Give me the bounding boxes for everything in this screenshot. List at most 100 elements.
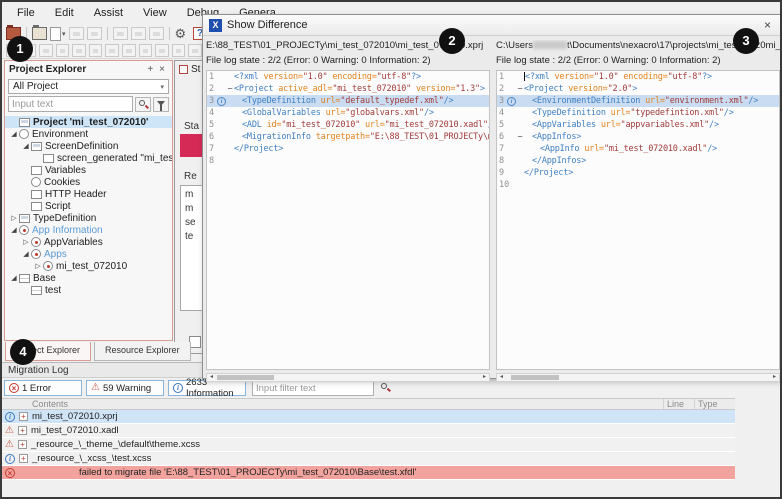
tab-icon: [188, 44, 202, 57]
tree-item[interactable]: test: [5, 284, 172, 296]
chevron-down-icon[interactable]: ▾: [62, 30, 66, 38]
app-information-icon: [19, 225, 29, 235]
progress-dialog-title: St: [191, 64, 200, 75]
screen-definition-icon: [31, 142, 42, 151]
tree-item[interactable]: Project 'mi_test_072010': [5, 116, 172, 128]
tree-expander-icon[interactable]: ◢: [21, 142, 31, 150]
expand-icon[interactable]: +: [18, 426, 27, 435]
column-line[interactable]: Line: [664, 399, 695, 409]
scrollbar-thumb[interactable]: [511, 375, 559, 380]
open-file-icon[interactable]: [32, 27, 47, 40]
tree-expander-icon[interactable]: ◢: [9, 130, 19, 138]
script-icon: [31, 202, 42, 211]
menu-view[interactable]: View: [134, 4, 176, 22]
project-scope-dropdown[interactable]: All Project ▾: [8, 79, 169, 94]
right-code-view[interactable]: 1i<?xml version="1.0" encoding="utf-8"?>…: [496, 70, 780, 370]
fold-icon[interactable]: −: [516, 83, 524, 95]
tree-item[interactable]: HTTP Header: [5, 188, 172, 200]
menu-assist[interactable]: Assist: [85, 4, 132, 22]
line-number: 8: [207, 155, 217, 167]
tree-item[interactable]: Cookies: [5, 176, 172, 188]
log-row[interactable]: i+_resource_\_xcss_\test.xcss: [2, 452, 735, 466]
tree-item[interactable]: ◢ScreenDefinition: [5, 140, 172, 152]
log-search-button[interactable]: [378, 381, 394, 396]
tree-item[interactable]: Variables: [5, 164, 172, 176]
tree-item[interactable]: ◢App Information: [5, 224, 172, 236]
search-icon: [381, 383, 387, 389]
variables-icon: [31, 166, 42, 175]
tree-item[interactable]: ▷AppVariables: [5, 236, 172, 248]
code-text: <TypeDefinition url="typedefintion.xml"/…: [524, 107, 779, 119]
tree-item[interactable]: screen_generated "mi_test_072010": [5, 152, 172, 164]
log-filter-input[interactable]: [252, 381, 374, 396]
tree-item[interactable]: ◢Base: [5, 272, 172, 284]
expand-icon[interactable]: +: [19, 412, 28, 421]
options-gear-icon[interactable]: ⚙: [175, 27, 190, 40]
code-text: <ADL id="mi_test_072010" url="mi_test_07…: [234, 119, 489, 131]
left-horizontal-scrollbar[interactable]: ◂ ▸: [206, 373, 490, 382]
fold-spacer: [516, 167, 524, 179]
tab-resource-explorer[interactable]: Resource Explorer: [94, 342, 191, 361]
annotation-badge-1: 1: [7, 36, 33, 62]
log-row-text: failed to migrate file 'E:\88_TEST\01_PR…: [19, 467, 416, 478]
fold-icon[interactable]: −: [226, 83, 234, 95]
tree-item[interactable]: Script: [5, 200, 172, 212]
tree-item[interactable]: ◢Environment: [5, 128, 172, 140]
menu-edit[interactable]: Edit: [46, 4, 83, 22]
line-number: 2: [207, 83, 217, 95]
log-row[interactable]: ⚠+_resource_\_theme_\default\theme.xcss: [2, 438, 735, 452]
line-number: 7: [207, 143, 217, 155]
new-file-icon[interactable]: [50, 27, 61, 41]
tree-expander-icon[interactable]: ◢: [9, 274, 19, 282]
filter-warning-button[interactable]: ⚠59 Warning: [86, 380, 164, 396]
column-contents[interactable]: Contents: [2, 399, 664, 409]
scrollbar-thumb[interactable]: [217, 375, 274, 380]
scroll-right-icon[interactable]: ▸: [480, 374, 489, 381]
fold-icon[interactable]: −: [516, 131, 524, 143]
code-text: <Project active_adl="mi_test_072010" ver…: [234, 83, 489, 95]
tree-search-input[interactable]: [8, 96, 133, 112]
tree-expander-icon[interactable]: ▷: [9, 214, 19, 222]
expand-icon[interactable]: +: [18, 440, 27, 449]
tree-filter-button[interactable]: [153, 97, 169, 112]
fold-spacer: [226, 119, 234, 131]
tree-expander-icon[interactable]: ▷: [21, 238, 31, 246]
log-row[interactable]: i+mi_test_072010.xprj: [2, 410, 735, 424]
log-row[interactable]: ⚠+mi_test_072010.xadl: [2, 424, 735, 438]
progress-checkbox[interactable]: [189, 336, 201, 348]
line-number: 4: [207, 107, 217, 119]
tree-item[interactable]: ▷TypeDefinition: [5, 212, 172, 224]
tree-search-button[interactable]: [135, 97, 151, 112]
line-number: 9: [497, 167, 507, 179]
expand-icon[interactable]: +: [19, 454, 28, 463]
code-line: 7i</Project>: [207, 143, 489, 155]
tree-item[interactable]: ▷mi_test_072010: [5, 260, 172, 272]
scroll-left-icon[interactable]: ◂: [207, 374, 216, 381]
tree-expander-icon[interactable]: ◢: [9, 226, 19, 234]
toolbar-separator: [169, 27, 170, 40]
scroll-right-icon[interactable]: ▸: [770, 374, 779, 381]
filter-error-button[interactable]: ×1 Error: [4, 380, 82, 396]
fold-spacer: [516, 179, 524, 191]
fold-spacer: [226, 71, 234, 83]
line-number: 10: [497, 179, 507, 191]
tree-expander-icon[interactable]: ▷: [33, 262, 43, 270]
dialog-title-bar[interactable]: X Show Difference ×: [203, 15, 781, 36]
close-icon[interactable]: ×: [156, 64, 168, 75]
right-horizontal-scrollbar[interactable]: ◂ ▸: [496, 373, 780, 382]
pin-icon[interactable]: +: [144, 64, 156, 75]
left-code-view[interactable]: 1i<?xml version="1.0" encoding="utf-8"?>…: [206, 70, 490, 370]
line-number: 7: [497, 143, 507, 155]
migration-log-panel: Migration Log ×1 Error⚠59 Warningi2633 I…: [2, 362, 782, 499]
annotation-badge-2: 2: [439, 28, 465, 54]
tree-expander-icon[interactable]: ◢: [21, 250, 31, 258]
fold-spacer: [516, 143, 524, 155]
menu-file[interactable]: File: [8, 4, 44, 22]
filter-info-button[interactable]: i2633 Information: [168, 380, 246, 396]
scroll-left-icon[interactable]: ◂: [497, 374, 506, 381]
column-type[interactable]: Type: [695, 399, 735, 409]
close-icon[interactable]: ×: [760, 18, 775, 32]
type-definition-icon: [19, 214, 30, 223]
log-row[interactable]: ×failed to migrate file 'E:\88_TEST\01_P…: [2, 466, 735, 480]
tree-item[interactable]: ◢Apps: [5, 248, 172, 260]
